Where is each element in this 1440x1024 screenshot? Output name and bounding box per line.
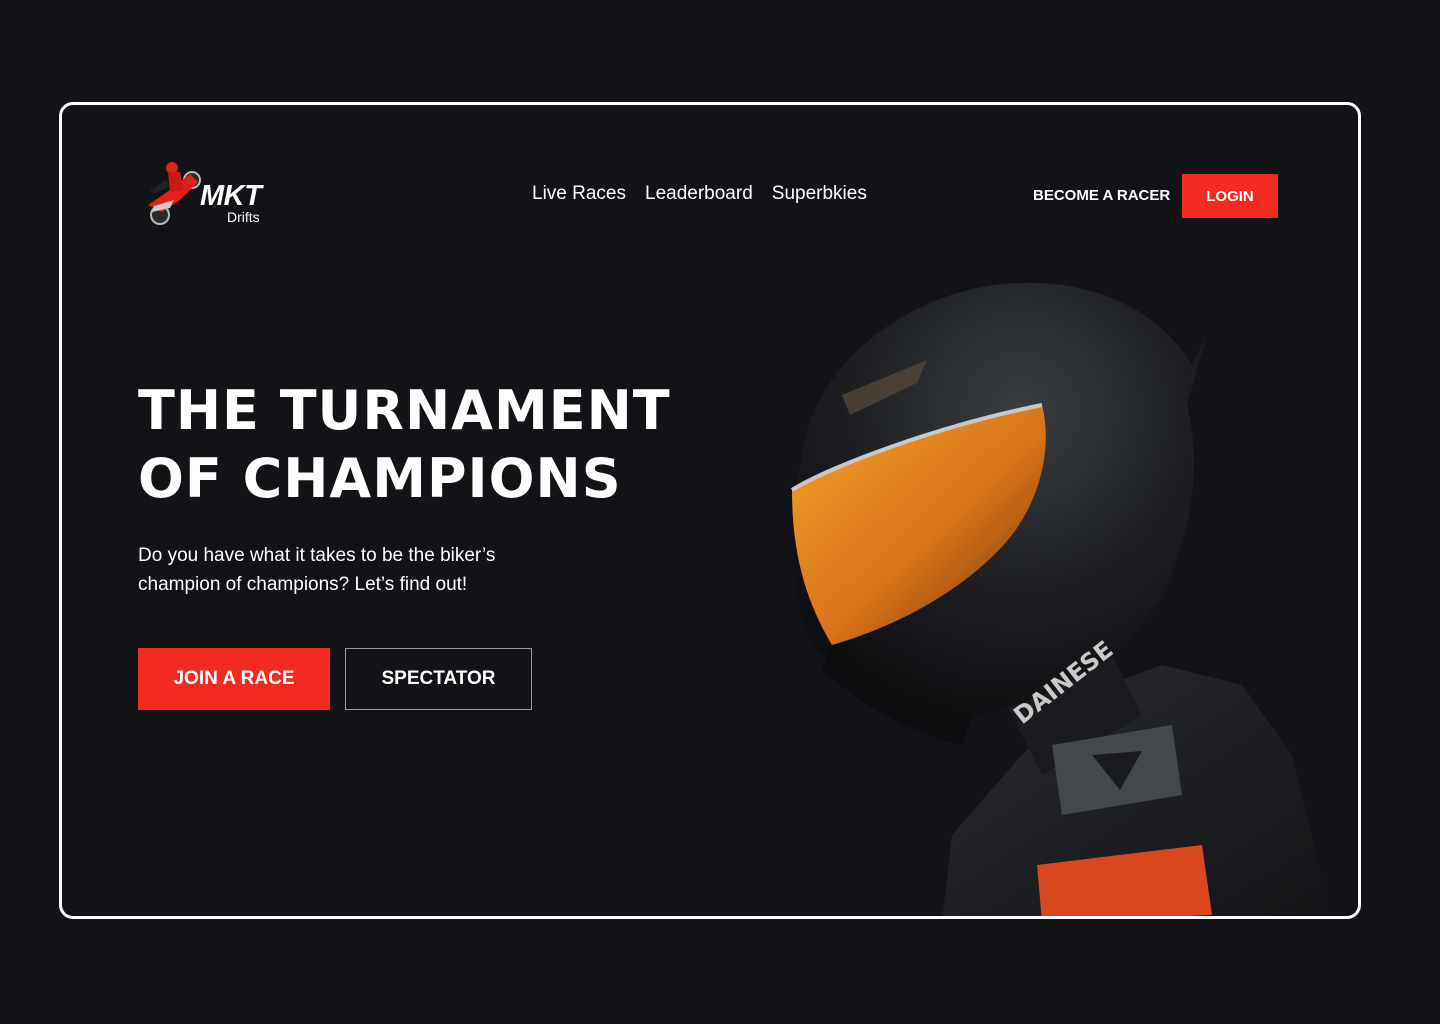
main-frame: MKT Drifts Live Races Leaderboard Superb… — [59, 102, 1361, 919]
nav-superbikes[interactable]: Superbkies — [772, 183, 867, 205]
hero-title-line2: OF CHAMPIONS — [138, 447, 622, 510]
logo[interactable]: MKT Drifts — [140, 160, 280, 230]
main-nav: Live Races Leaderboard Superbkies — [532, 183, 867, 205]
spectator-button[interactable]: SPECTATOR — [345, 648, 532, 710]
hero-title: THE TURNAMENT OF CHAMPIONS — [138, 377, 718, 513]
rider-helmet-image: DAINESE — [790, 282, 1322, 916]
join-race-button[interactable]: JOIN A RACE — [138, 648, 330, 710]
nav-leaderboard[interactable]: Leaderboard — [645, 183, 753, 205]
login-button[interactable]: LOGIN — [1182, 174, 1278, 218]
logo-subtitle: Drifts — [227, 209, 260, 225]
hero-title-line1: THE TURNAMENT — [138, 379, 671, 442]
nav-live-races[interactable]: Live Races — [532, 183, 626, 205]
become-racer-link[interactable]: BECOME A RACER — [1033, 187, 1170, 204]
hero-subtitle: Do you have what it takes to be the bike… — [138, 545, 496, 595]
